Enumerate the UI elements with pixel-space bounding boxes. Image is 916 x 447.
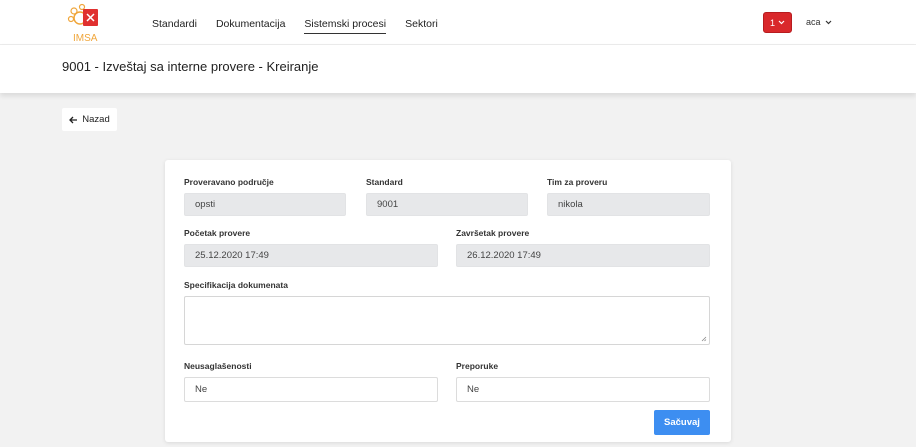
notifications-button[interactable]: 1	[763, 12, 792, 33]
end-field[interactable]: 26.12.2020 17:49	[456, 244, 710, 267]
resize-handle-icon[interactable]	[701, 336, 707, 342]
nav-dokumentacija[interactable]: Dokumentacija	[216, 18, 285, 34]
area-label: Proveravano područje	[184, 177, 274, 187]
chevron-down-icon	[778, 20, 785, 25]
back-button-label: Nazad	[82, 114, 110, 125]
start-field[interactable]: 25.12.2020 17:49	[184, 244, 438, 267]
standard-label: Standard	[366, 177, 403, 187]
audit-report-form: Proveravano područje opsti Standard 9001…	[165, 160, 731, 442]
team-label: Tim za proveru	[547, 177, 608, 187]
notification-count: 1	[769, 17, 775, 28]
recommendations-field[interactable]: Ne	[456, 377, 710, 402]
spec-textarea[interactable]	[184, 296, 710, 345]
spec-label: Specifikacija dokumenata	[184, 280, 288, 290]
start-label: Početak provere	[184, 228, 251, 238]
user-name: aca	[806, 17, 821, 27]
page-title: 9001 - Izveštaj sa interne provere - Kre…	[62, 59, 319, 74]
nav-standardi[interactable]: Standardi	[152, 18, 197, 34]
user-menu[interactable]: aca	[806, 17, 832, 27]
area-field[interactable]: opsti	[184, 193, 346, 216]
save-button[interactable]: Sačuvaj	[654, 410, 710, 435]
team-field[interactable]: nikola	[547, 193, 710, 216]
standard-field[interactable]: 9001	[366, 193, 528, 216]
arrow-left-icon	[69, 116, 78, 123]
nonconformity-field[interactable]: Ne	[184, 377, 438, 402]
recommendations-label: Preporuke	[456, 361, 499, 371]
nav-sektori[interactable]: Sektori	[405, 18, 438, 34]
imsa-logo[interactable]: IMSA	[65, 3, 109, 43]
back-button[interactable]: Nazad	[62, 108, 117, 131]
page-header: 9001 - Izveštaj sa interne provere - Kre…	[0, 45, 916, 93]
chevron-down-icon	[825, 20, 831, 24]
nav-sistemski-procesi[interactable]: Sistemski procesi	[304, 18, 387, 34]
end-label: Završetak provere	[456, 228, 530, 238]
nonconformity-label: Neusaglašenosti	[184, 361, 252, 371]
main-nav: Standardi Dokumentacija Sistemski proces…	[152, 18, 457, 34]
svg-text:IMSA: IMSA	[73, 33, 98, 43]
top-navbar: IMSA Standardi Dokumentacija Sistemski p…	[0, 0, 916, 45]
